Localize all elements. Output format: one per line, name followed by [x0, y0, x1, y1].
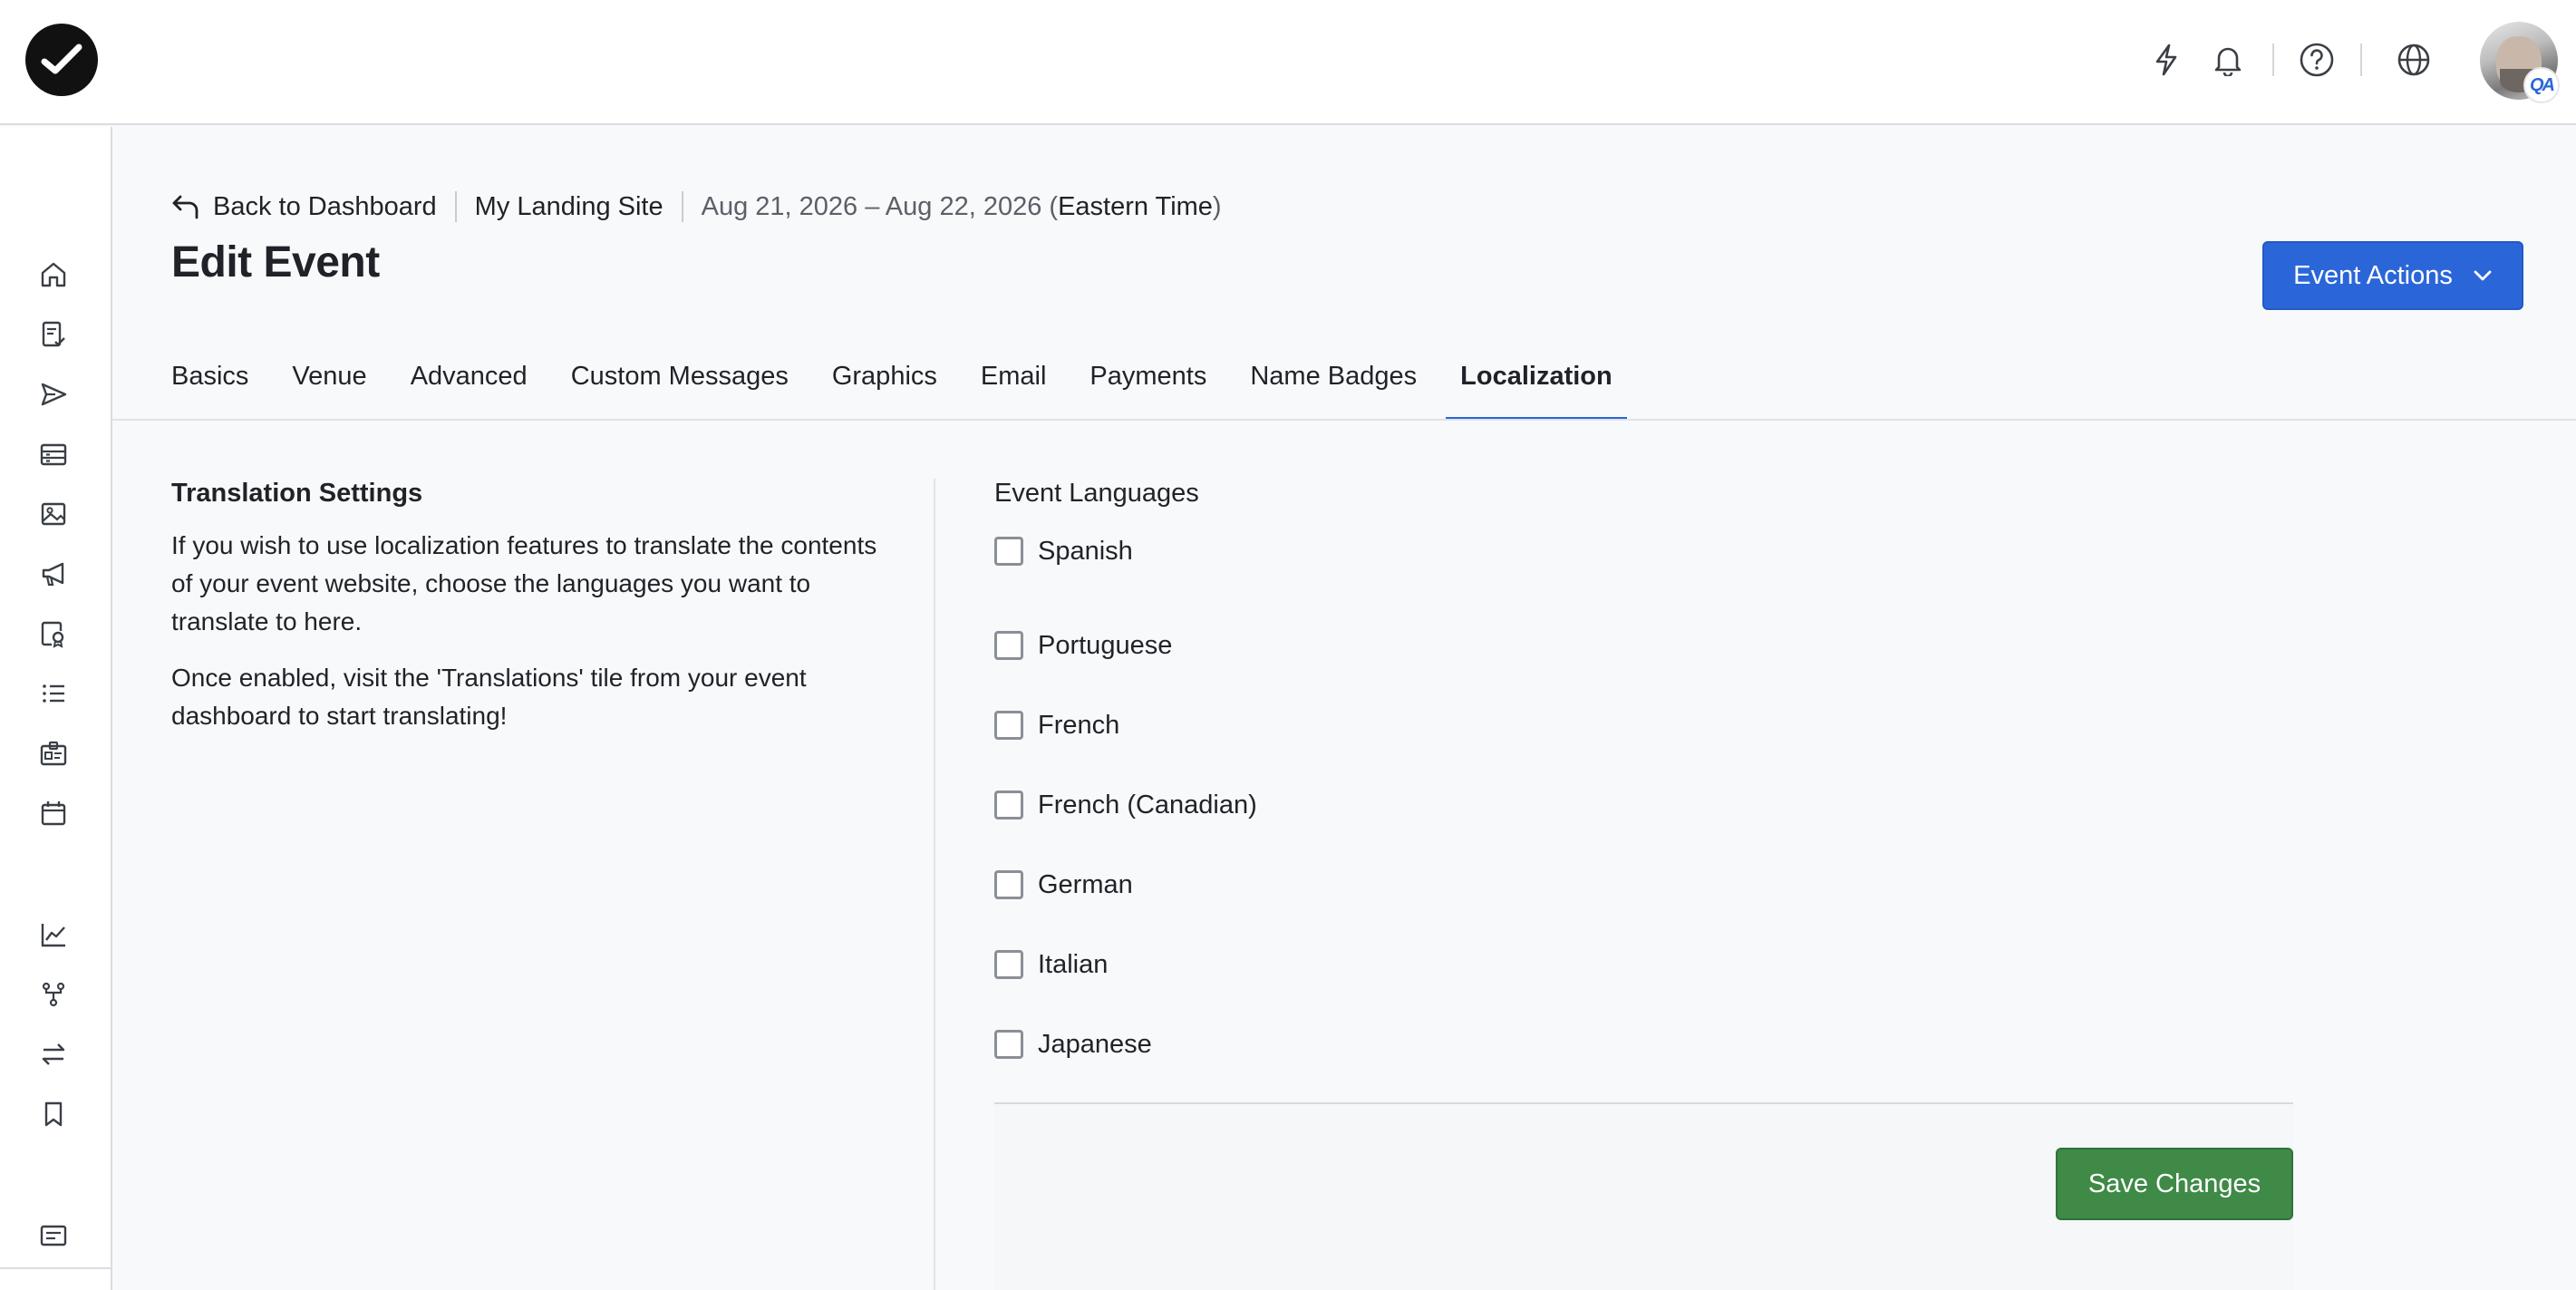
language-label: German — [1038, 869, 1133, 899]
tab-localization[interactable]: Localization — [1446, 354, 1627, 421]
chevron-down-icon — [2474, 270, 2492, 281]
topbar-divider — [2272, 44, 2274, 76]
language-label: Portuguese — [1038, 630, 1173, 660]
tab-graphics[interactable]: Graphics — [832, 354, 937, 421]
breadcrumb-divider — [454, 191, 457, 222]
list-icon[interactable] — [34, 674, 73, 713]
breadcrumb-divider — [681, 191, 683, 222]
german-checkbox[interactable] — [994, 870, 1023, 899]
language-option-portuguese[interactable]: Portuguese — [994, 606, 1257, 685]
language-option-italian[interactable]: Italian — [994, 925, 1257, 1004]
french-checkbox[interactable] — [994, 711, 1023, 740]
language-option-french-canadian[interactable]: French (Canadian) — [994, 765, 1257, 845]
id-card-icon[interactable] — [34, 734, 73, 772]
language-option-japanese[interactable]: Japanese — [994, 1004, 1257, 1084]
language-label: Italian — [1038, 949, 1109, 979]
language-option-german[interactable]: German — [994, 845, 1257, 925]
tab-advanced[interactable]: Advanced — [411, 354, 528, 421]
checkmark-icon — [41, 44, 82, 74]
sidebar — [0, 127, 112, 1290]
megaphone-icon[interactable] — [34, 555, 73, 593]
italian-checkbox[interactable] — [994, 950, 1023, 979]
timezone-paren-close: ) — [1212, 191, 1222, 221]
back-arrow-icon — [172, 195, 199, 219]
sidebar-divider — [0, 1267, 112, 1269]
translation-settings-section: Translation Settings If you wish to use … — [171, 479, 887, 753]
flow-icon[interactable] — [34, 975, 73, 1014]
back-to-dashboard-label: Back to Dashboard — [213, 191, 437, 221]
checklist-icon[interactable] — [34, 315, 73, 354]
tab-custom-messages[interactable]: Custom Messages — [571, 354, 789, 421]
timezone-paren-open: ( — [1041, 191, 1059, 221]
tab-basics[interactable]: Basics — [171, 354, 248, 421]
swap-icon[interactable] — [34, 1035, 73, 1073]
back-to-dashboard-link[interactable]: Back to Dashboard — [171, 192, 437, 222]
language-list: Spanish Portuguese French French (Canadi… — [994, 526, 1257, 1084]
language-option-spanish[interactable]: Spanish — [994, 526, 1257, 577]
language-label: Spanish — [1038, 536, 1133, 566]
french-canadian-checkbox[interactable] — [994, 790, 1023, 820]
event-actions-button[interactable]: Event Actions — [2262, 241, 2523, 310]
language-label: Japanese — [1038, 1029, 1152, 1059]
image-icon[interactable] — [34, 495, 73, 533]
language-option-french[interactable]: French — [994, 685, 1257, 765]
breadcrumb: Back to Dashboard My Landing Site Aug 21… — [171, 187, 1222, 227]
site-name[interactable]: My Landing Site — [475, 192, 663, 222]
home-icon[interactable] — [34, 256, 73, 294]
column-divider — [934, 479, 935, 1290]
tab-payments[interactable]: Payments — [1089, 354, 1206, 421]
lightning-icon[interactable] — [2146, 40, 2186, 80]
calendar-icon[interactable] — [34, 794, 73, 832]
globe-icon[interactable] — [2394, 40, 2434, 80]
tab-bar: Basics Venue Advanced Custom Messages Gr… — [171, 354, 1656, 421]
tabs-divider — [112, 419, 2576, 421]
badge-search-icon[interactable] — [34, 615, 73, 653]
registration-icon[interactable] — [34, 435, 73, 473]
bookmark-icon[interactable] — [34, 1095, 73, 1133]
portuguese-checkbox[interactable] — [994, 631, 1023, 660]
event-timezone: Eastern Time — [1058, 191, 1213, 221]
language-label: French (Canadian) — [1038, 790, 1257, 820]
event-languages-section: Event Languages Spanish Portuguese Frenc… — [994, 479, 2293, 1059]
tab-venue[interactable]: Venue — [292, 354, 366, 421]
user-badge: QA — [2523, 67, 2560, 103]
tab-email[interactable]: Email — [981, 354, 1047, 421]
language-label: French — [1038, 710, 1120, 740]
spanish-checkbox[interactable] — [994, 537, 1023, 566]
bell-icon[interactable] — [2208, 40, 2248, 80]
top-bar: QA — [0, 0, 2576, 125]
message-icon[interactable] — [34, 1217, 73, 1255]
event-date-range: Aug 21, 2026 – Aug 22, 2026 — [701, 191, 1042, 221]
save-changes-button[interactable]: Save Changes — [2056, 1148, 2293, 1220]
section-title: Translation Settings — [171, 479, 423, 508]
translation-instructions: Once enabled, visit the 'Translations' t… — [171, 664, 807, 730]
help-icon[interactable] — [2297, 40, 2337, 80]
page-title: Edit Event — [171, 238, 380, 286]
tab-name-badges[interactable]: Name Badges — [1250, 354, 1417, 421]
chart-icon[interactable] — [34, 916, 73, 954]
translation-description: If you wish to use localization features… — [171, 531, 877, 635]
event-languages-label: Event Languages — [994, 479, 1199, 508]
japanese-checkbox[interactable] — [994, 1030, 1023, 1059]
topbar-divider — [2360, 44, 2362, 76]
send-icon[interactable] — [34, 375, 73, 413]
app-logo[interactable] — [25, 24, 98, 96]
event-actions-label: Event Actions — [2293, 260, 2453, 290]
